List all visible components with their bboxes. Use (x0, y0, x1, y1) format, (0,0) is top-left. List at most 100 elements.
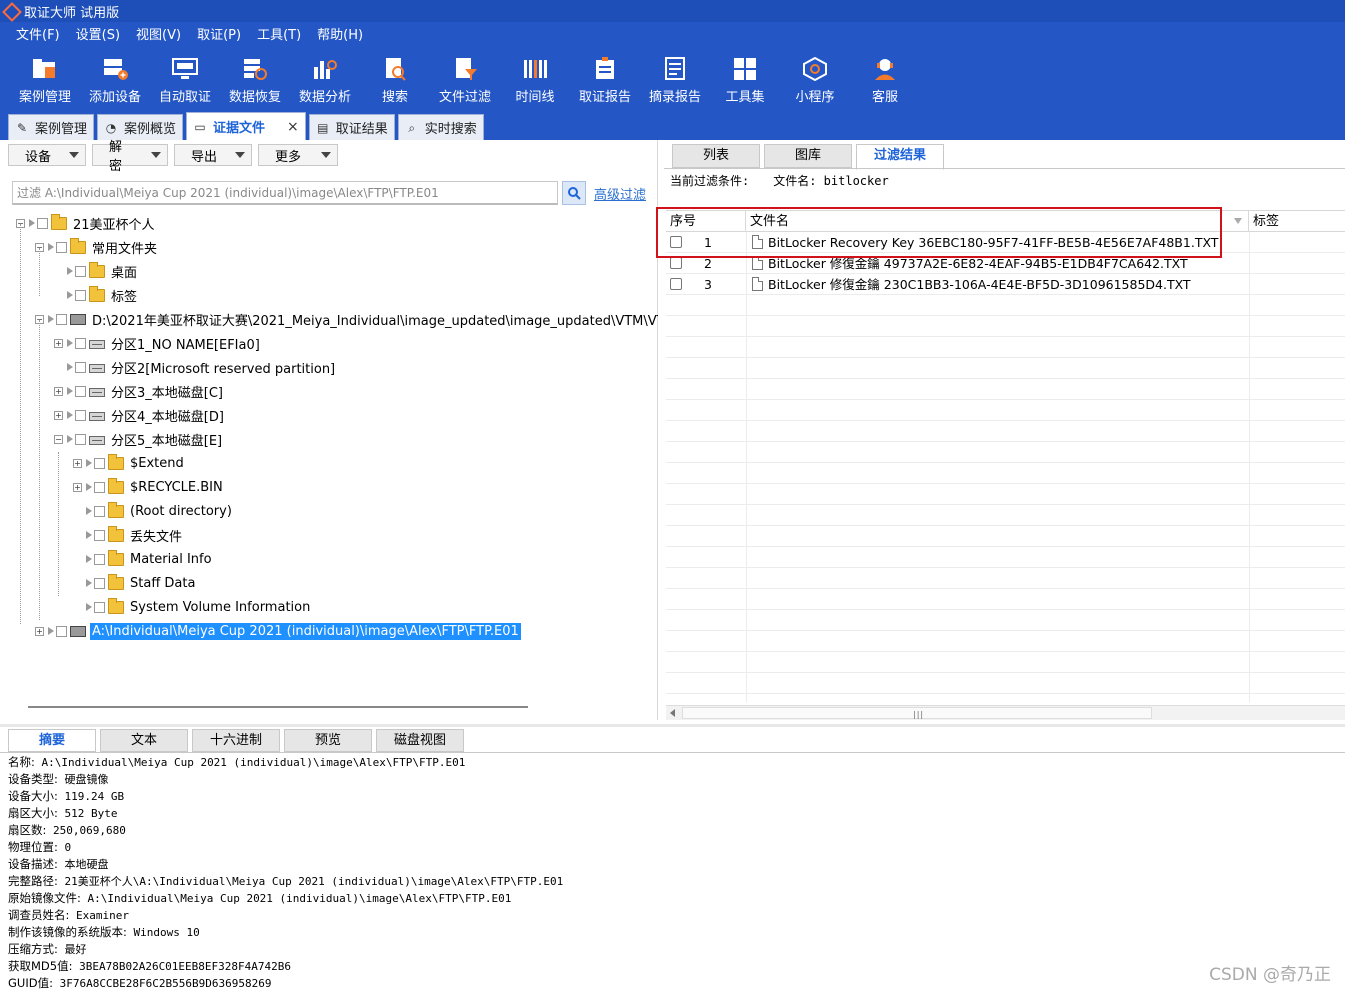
tool-data-analysis[interactable]: 数据分析 (290, 50, 360, 110)
tool-file-filter[interactable]: 文件过滤 (430, 50, 500, 110)
mini-program-icon (801, 56, 829, 82)
scroll-left-icon[interactable] (670, 709, 675, 717)
tool-search[interactable]: 搜索 (360, 50, 430, 110)
tab-case-management[interactable]: ✎ 案例管理 (8, 114, 95, 140)
decrypt-dropdown[interactable]: 解密 (92, 140, 168, 174)
tab-text[interactable]: 文本 (100, 729, 188, 752)
tool-add-device[interactable]: 添加设备 (80, 50, 150, 110)
close-icon[interactable]: × (287, 119, 299, 135)
tree-node[interactable]: System Volume Information (73, 596, 312, 618)
tree-checkbox[interactable] (37, 217, 48, 229)
tree-node[interactable]: + A:\Individual\Meiya Cup 2021 (individua… (35, 620, 521, 642)
excerpt-report-icon (661, 56, 689, 82)
tab-evidence-files[interactable]: ▭ 证据文件 × (186, 112, 306, 140)
expand-icon[interactable]: + (73, 482, 82, 492)
menu-view[interactable]: 视图(V) (128, 22, 189, 50)
tree-node[interactable]: 丢失文件 (73, 524, 184, 546)
tree-node[interactable]: 标签 (54, 284, 139, 306)
tool-timeline[interactable]: 时间线 (500, 50, 570, 110)
tree-node[interactable]: (Root directory) (73, 500, 234, 522)
filter-input[interactable] (12, 181, 558, 205)
panel-splitter[interactable] (0, 724, 1345, 727)
row-checkbox[interactable] (670, 257, 682, 269)
tree-node[interactable]: + 分区3_本地磁盘[C] (54, 380, 225, 402)
tab-filter-results[interactable]: 过滤结果 (856, 144, 944, 170)
disk-image-icon (70, 313, 86, 325)
expand-icon[interactable]: + (54, 338, 63, 348)
tree-node[interactable]: −21美亚杯个人 (16, 212, 157, 234)
tab-summary[interactable]: 摘要 (8, 729, 96, 752)
tab-preview[interactable]: 预览 (284, 729, 372, 752)
tree-horizontal-scrollbar[interactable] (28, 706, 528, 708)
menu-file[interactable]: 文件(F) (8, 22, 68, 50)
tool-excerpt-report[interactable]: 摘录报告 (640, 50, 710, 110)
more-dropdown[interactable]: 更多 (258, 144, 338, 166)
tab-list[interactable]: 列表 (672, 144, 760, 168)
tool-customer-service[interactable]: 客服 (850, 50, 920, 110)
device-dropdown[interactable]: 设备 (8, 144, 86, 166)
tree-checkbox[interactable] (94, 481, 105, 493)
tab-forensic-results[interactable]: ▤ 取证结果 (308, 114, 395, 140)
tree-node[interactable]: + $RECYCLE.BIN (73, 476, 225, 498)
tool-auto-forensics[interactable]: 自动取证 (150, 50, 220, 110)
tool-case-management[interactable]: 案例管理 (10, 50, 80, 110)
tree-checkbox[interactable] (94, 553, 105, 565)
column-divider (746, 232, 747, 702)
filter-funnel-icon[interactable] (1234, 218, 1242, 224)
menu-help[interactable]: 帮助(H) (309, 22, 371, 50)
menu-settings[interactable]: 设置(S) (68, 22, 128, 50)
tree-checkbox[interactable] (75, 385, 86, 397)
expand-icon[interactable]: + (73, 458, 82, 468)
tab-hex[interactable]: 十六进制 (192, 729, 280, 752)
export-dropdown[interactable]: 导出 (174, 144, 252, 166)
scrollbar-thumb[interactable]: ||| (682, 707, 1152, 719)
collapse-icon[interactable]: − (54, 434, 63, 444)
tree-checkbox[interactable] (94, 601, 105, 613)
tree-node[interactable]: + 分区1_NO NAME[EFIa0] (54, 332, 262, 354)
grid-horizontal-scrollbar[interactable]: ||| (666, 705, 1345, 720)
tree-node[interactable]: − D:\2021年美亚杯取证大赛\2021_Meiya_Individual\i… (35, 308, 658, 330)
tree-checkbox[interactable] (75, 433, 86, 445)
tree-node[interactable]: Material Info (73, 548, 214, 570)
tree-node[interactable]: + $Extend (73, 452, 186, 474)
expand-icon[interactable]: + (54, 410, 63, 420)
evidence-tree-panel: 设备 解密 导出 更多 高级过滤 −21美亚杯个人−常用文件夹桌面标签−D:\2… (8, 140, 658, 720)
expand-icon[interactable]: + (54, 386, 63, 396)
tool-toolkit[interactable]: 工具集 (710, 50, 780, 110)
tree-node[interactable]: Staff Data (73, 572, 197, 594)
tree-node[interactable]: 分区2[Microsoft reserved partition] (54, 356, 337, 378)
tree-checkbox[interactable] (75, 409, 86, 421)
folder-icon (70, 237, 86, 254)
folder-icon (108, 573, 124, 590)
tree-spacer (73, 530, 82, 540)
tool-mini-program[interactable]: 小程序 (780, 50, 850, 110)
expand-icon[interactable]: + (35, 626, 44, 636)
tree-checkbox[interactable] (75, 265, 86, 277)
tool-data-recovery[interactable]: 数据恢复 (220, 50, 290, 110)
tree-checkbox[interactable] (56, 241, 67, 253)
advanced-filter-link[interactable]: 高级过滤 (594, 184, 646, 203)
search-button[interactable] (562, 181, 586, 205)
tree-checkbox[interactable] (56, 625, 67, 637)
tree-node[interactable]: − 分区5_本地磁盘[E] (54, 428, 224, 450)
tree-checkbox[interactable] (75, 361, 86, 373)
tab-gallery[interactable]: 图库 (764, 144, 852, 168)
tree-checkbox[interactable] (75, 289, 86, 301)
tool-forensic-report[interactable]: 取证报告 (570, 50, 640, 110)
tree-checkbox[interactable] (94, 577, 105, 589)
row-checkbox[interactable] (670, 278, 682, 290)
tree-node[interactable]: + 分区4_本地磁盘[D] (54, 404, 226, 426)
menu-forensics[interactable]: 取证(P) (189, 22, 249, 50)
tab-realtime-search[interactable]: ⌕ 实时搜索 (397, 114, 484, 140)
tree-checkbox[interactable] (56, 313, 67, 325)
tree-node[interactable]: 桌面 (54, 260, 139, 282)
menu-tools[interactable]: 工具(T) (249, 22, 309, 50)
tab-disk-view[interactable]: 磁盘视图 (376, 729, 464, 752)
tree-node[interactable]: − 常用文件夹 (35, 236, 159, 258)
tree-checkbox[interactable] (94, 505, 105, 517)
tree-checkbox[interactable] (94, 529, 105, 541)
column-header-tags[interactable]: 标签 (1249, 211, 1345, 232)
tree-checkbox[interactable] (94, 457, 105, 469)
table-row[interactable]: 3 BitLocker 修復金鑰 230C1BB3-106A-4E4E-BF5D-… (666, 274, 1345, 295)
tree-checkbox[interactable] (75, 337, 86, 349)
